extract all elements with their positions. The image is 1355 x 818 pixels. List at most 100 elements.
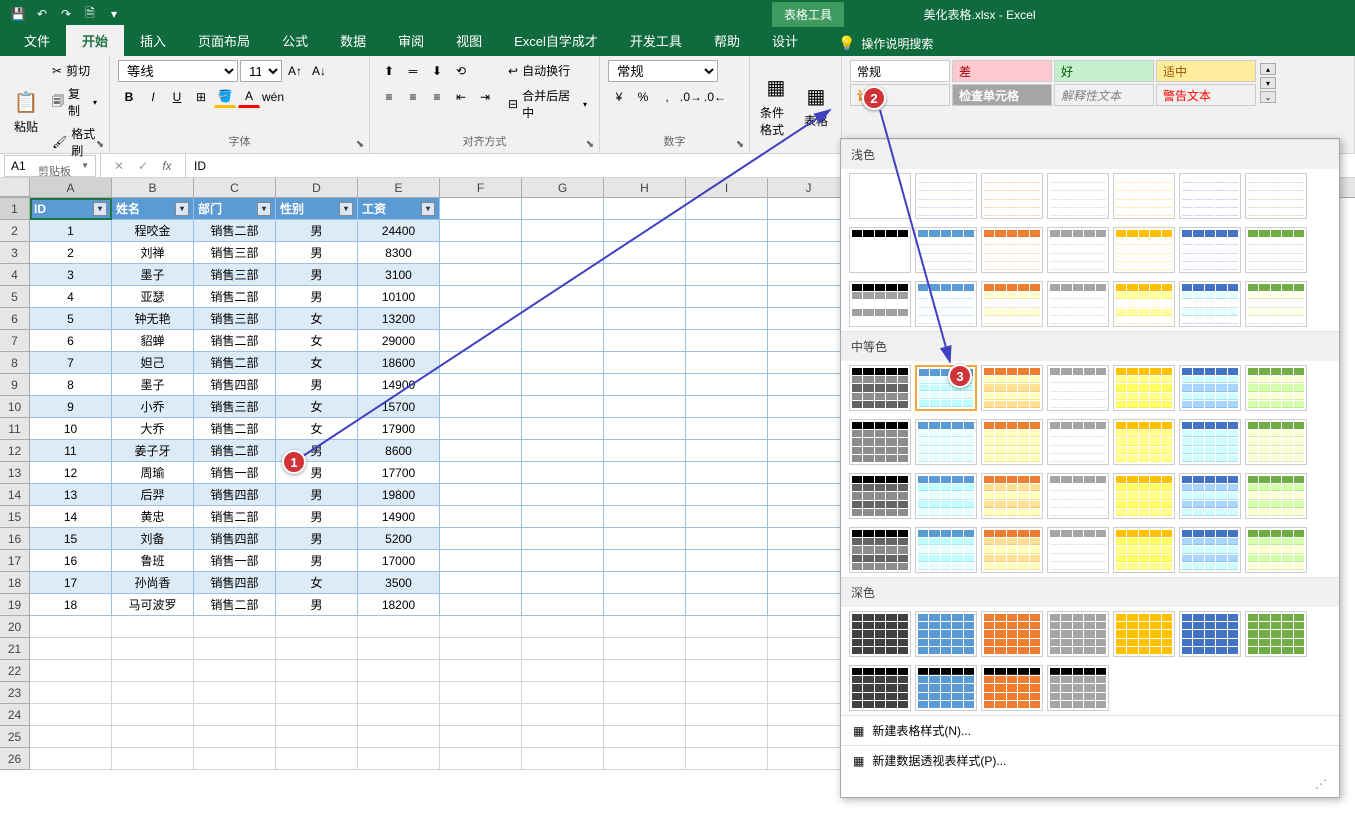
cell[interactable] — [686, 506, 768, 528]
preview-icon[interactable]: 🗎 — [80, 4, 100, 24]
cell[interactable] — [276, 616, 358, 638]
cell[interactable] — [522, 396, 604, 418]
row-header[interactable]: 3 — [0, 242, 30, 264]
cell[interactable] — [768, 220, 850, 242]
font-color-icon[interactable]: A — [238, 86, 260, 108]
cell[interactable]: 后羿 — [112, 484, 194, 506]
cell[interactable] — [358, 616, 440, 638]
table-style-thumb[interactable] — [1245, 473, 1307, 519]
cell[interactable]: 男 — [276, 264, 358, 286]
increase-font-icon[interactable]: A↑ — [284, 60, 306, 82]
cell[interactable] — [686, 594, 768, 616]
cell[interactable] — [440, 198, 522, 220]
decrease-decimal-icon[interactable]: .0← — [704, 86, 726, 108]
styles-more-icon[interactable]: ⌄ — [1260, 91, 1276, 103]
cell[interactable] — [768, 242, 850, 264]
fill-color-icon[interactable]: 🪣 — [214, 86, 236, 108]
cell[interactable]: 亚瑟 — [112, 286, 194, 308]
cell[interactable] — [604, 286, 686, 308]
table-style-thumb[interactable] — [1179, 473, 1241, 519]
cell[interactable]: 销售三部 — [194, 308, 276, 330]
cell[interactable]: 姜子牙 — [112, 440, 194, 462]
cell[interactable] — [30, 682, 112, 704]
cell[interactable] — [686, 308, 768, 330]
cell[interactable] — [522, 242, 604, 264]
cell[interactable] — [686, 418, 768, 440]
table-style-thumb[interactable] — [981, 473, 1043, 519]
cell[interactable] — [686, 242, 768, 264]
cell[interactable] — [604, 330, 686, 352]
cell[interactable] — [686, 462, 768, 484]
cell[interactable]: 销售三部 — [194, 242, 276, 264]
cell[interactable]: 销售二部 — [194, 418, 276, 440]
col-header[interactable]: F — [440, 178, 522, 197]
cell[interactable] — [604, 198, 686, 220]
cell[interactable] — [768, 682, 850, 704]
increase-decimal-icon[interactable]: .0→ — [680, 86, 702, 108]
table-style-thumb[interactable] — [1113, 281, 1175, 327]
cell[interactable] — [686, 220, 768, 242]
table-style-thumb[interactable] — [1047, 527, 1109, 573]
cell[interactable] — [686, 682, 768, 704]
cell[interactable] — [440, 374, 522, 396]
table-style-thumb[interactable] — [1047, 365, 1109, 411]
table-style-thumb[interactable] — [849, 611, 911, 657]
cell[interactable]: 销售二部 — [194, 286, 276, 308]
cell[interactable] — [768, 484, 850, 506]
tab-file[interactable]: 文件 — [8, 25, 66, 56]
style-neutral[interactable]: 适中 — [1156, 60, 1256, 82]
cell[interactable] — [358, 704, 440, 726]
cell[interactable] — [768, 638, 850, 660]
cell[interactable] — [440, 352, 522, 374]
table-style-thumb[interactable] — [849, 281, 911, 327]
cell[interactable]: 销售二部 — [194, 352, 276, 374]
cell[interactable] — [768, 726, 850, 748]
row-header[interactable]: 9 — [0, 374, 30, 396]
cell[interactable]: 5 — [30, 308, 112, 330]
cell[interactable]: 17900 — [358, 418, 440, 440]
cell[interactable] — [604, 726, 686, 748]
cell[interactable] — [686, 572, 768, 594]
table-style-thumb[interactable] — [849, 173, 911, 219]
table-style-thumb[interactable] — [1047, 227, 1109, 273]
cell[interactable] — [112, 616, 194, 638]
cell[interactable] — [276, 682, 358, 704]
table-style-thumb[interactable] — [1179, 527, 1241, 573]
table-style-thumb[interactable] — [849, 227, 911, 273]
table-style-thumb[interactable] — [981, 527, 1043, 573]
table-style-thumb[interactable] — [1245, 419, 1307, 465]
cell[interactable] — [686, 704, 768, 726]
cell[interactable] — [440, 418, 522, 440]
cell[interactable]: 男 — [276, 528, 358, 550]
cell[interactable] — [522, 484, 604, 506]
cell[interactable]: 周瑜 — [112, 462, 194, 484]
cell[interactable] — [686, 330, 768, 352]
table-header-cell[interactable]: 部门▾ — [194, 198, 276, 220]
cell[interactable]: 男 — [276, 374, 358, 396]
cell[interactable] — [358, 726, 440, 748]
cell[interactable] — [30, 660, 112, 682]
cell[interactable] — [604, 660, 686, 682]
orientation-icon[interactable]: ⟲ — [450, 60, 472, 82]
new-pivot-style-button[interactable]: ▦ 新建数据透视表样式(P)... — [841, 745, 1339, 775]
cell[interactable] — [194, 748, 276, 770]
cell[interactable] — [112, 748, 194, 770]
cell[interactable] — [768, 616, 850, 638]
style-good[interactable]: 好 — [1054, 60, 1154, 82]
table-header-cell[interactable]: ID▾ — [30, 198, 112, 220]
tab-insert[interactable]: 插入 — [124, 25, 182, 56]
cell[interactable] — [768, 704, 850, 726]
cell[interactable]: 销售三部 — [194, 396, 276, 418]
cell[interactable]: 销售二部 — [194, 506, 276, 528]
tab-formulas[interactable]: 公式 — [266, 25, 324, 56]
col-header[interactable]: D — [276, 178, 358, 197]
copy-button[interactable]: 🗐复制▾ — [48, 83, 101, 121]
cell[interactable] — [604, 638, 686, 660]
cell[interactable] — [522, 682, 604, 704]
cell[interactable] — [604, 440, 686, 462]
cell[interactable]: 马可波罗 — [112, 594, 194, 616]
save-icon[interactable]: 💾 — [8, 4, 28, 24]
cell[interactable] — [440, 726, 522, 748]
cell[interactable] — [604, 506, 686, 528]
cell[interactable]: 8300 — [358, 242, 440, 264]
